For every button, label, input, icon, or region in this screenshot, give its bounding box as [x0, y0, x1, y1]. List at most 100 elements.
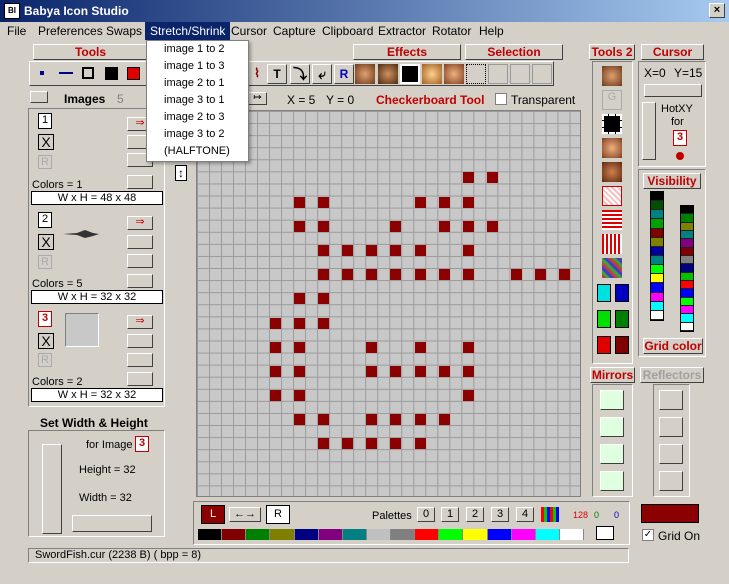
menu-item-2to1[interactable]: image 2 to 1 — [147, 75, 248, 92]
t2-face3-icon[interactable] — [602, 162, 622, 182]
text-tool-icon[interactable]: T — [267, 64, 287, 84]
visibility-swatch-10[interactable] — [651, 283, 663, 293]
select-rect-icon[interactable] — [466, 64, 486, 84]
effect-face2-icon[interactable] — [378, 64, 398, 84]
visibility-label[interactable]: Visibility — [643, 173, 701, 189]
menu-clipboard[interactable]: Clipboard — [322, 24, 373, 38]
visibility-swatch-3[interactable] — [681, 230, 693, 240]
image1-r-icon[interactable]: R — [38, 155, 52, 169]
t2-dots-icon[interactable] — [602, 186, 622, 206]
cursor-image-number[interactable]: 3 — [673, 130, 687, 146]
fill-rect-tool-icon[interactable] — [101, 63, 121, 83]
effect-face4-icon[interactable] — [444, 64, 464, 84]
mirror-left-icon[interactable] — [600, 417, 624, 437]
t2-face2-icon[interactable] — [602, 138, 622, 158]
visibility-swatch-10[interactable] — [681, 289, 693, 298]
visibility-swatch-12[interactable] — [651, 301, 663, 311]
palette-swatch-4[interactable] — [294, 529, 319, 540]
images-toggle-button[interactable] — [30, 91, 48, 103]
color-palette[interactable] — [198, 529, 584, 540]
image2-undo-button[interactable] — [127, 235, 153, 249]
eraser-icon[interactable] — [596, 526, 614, 540]
visibility-swatch-7[interactable] — [681, 264, 693, 273]
t2-dkgreen-swatch[interactable] — [615, 310, 629, 328]
palette-swatch-0[interactable] — [198, 529, 223, 540]
image3-r-icon[interactable]: R — [38, 353, 52, 367]
palette-swatch-11[interactable] — [463, 529, 488, 540]
image2-number[interactable]: 2 — [38, 212, 52, 228]
palette-swatch-6[interactable] — [342, 529, 367, 540]
visibility-swatch-1[interactable] — [651, 201, 663, 211]
palette-swatch-8[interactable] — [391, 529, 416, 540]
palette-swatch-13[interactable] — [511, 529, 536, 540]
palette-1-button[interactable]: 1 — [441, 507, 459, 522]
swap-colors-button[interactable]: ←→ — [229, 507, 261, 522]
visibility-swatch-6[interactable] — [681, 255, 693, 265]
visibility-swatch-13[interactable] — [681, 314, 693, 323]
select-copy-icon[interactable] — [488, 64, 508, 84]
mirror-up-icon[interactable] — [600, 471, 624, 491]
t2-cyan-swatch[interactable] — [597, 284, 611, 302]
palette-swatch-12[interactable] — [487, 529, 512, 540]
image3-redo-button[interactable] — [127, 353, 153, 367]
visibility-swatch-11[interactable] — [651, 292, 663, 302]
t2-g-icon[interactable]: G — [602, 90, 622, 110]
visibility-strip-b[interactable] — [680, 205, 694, 332]
palette-4-button[interactable]: 4 — [516, 507, 534, 522]
visibility-swatch-13[interactable] — [651, 310, 663, 320]
reflector4-icon[interactable] — [659, 471, 683, 491]
select-cut-icon[interactable] — [510, 64, 530, 84]
rect-tool-icon[interactable] — [78, 63, 98, 83]
image3-send-button[interactable]: ⇒ — [127, 315, 153, 329]
color-fill-tool-icon[interactable] — [123, 63, 143, 83]
image2-x-icon[interactable]: X — [38, 234, 54, 250]
t2-noise-icon[interactable] — [602, 258, 622, 278]
image3-x-icon[interactable]: X — [38, 333, 54, 349]
image3-flag-button[interactable] — [127, 372, 153, 386]
effect-face3-icon[interactable] — [422, 64, 442, 84]
image3-number[interactable]: 3 — [38, 311, 52, 327]
menu-rotator[interactable]: Rotator — [432, 24, 471, 38]
palette-swatch-9[interactable] — [415, 529, 440, 540]
transparent-checkbox[interactable] — [495, 93, 507, 105]
visibility-swatch-1[interactable] — [681, 214, 693, 223]
visibility-swatch-2[interactable] — [651, 210, 663, 220]
t2-dkred-swatch[interactable] — [615, 336, 629, 354]
menu-extractor[interactable]: Extractor — [378, 24, 426, 38]
visibility-swatch-4[interactable] — [651, 228, 663, 238]
palette-custom-icon[interactable] — [541, 507, 559, 522]
image1-x-icon[interactable]: X — [38, 134, 54, 150]
dot-tool-icon[interactable] — [32, 63, 52, 83]
t2-blue-swatch[interactable] — [615, 284, 629, 302]
width-slider[interactable] — [72, 515, 152, 532]
visibility-swatch-9[interactable] — [681, 280, 693, 290]
visibility-swatch-4[interactable] — [681, 239, 693, 248]
palette-swatch-3[interactable] — [270, 529, 295, 540]
menu-item-3to1[interactable]: image 3 to 1 — [147, 92, 248, 109]
visibility-swatch-11[interactable] — [681, 297, 693, 306]
cursor-y-slider[interactable] — [642, 102, 656, 160]
image2-r-icon[interactable]: R — [38, 255, 52, 269]
visibility-swatch-7[interactable] — [651, 255, 663, 266]
cursor-x-slider[interactable] — [644, 84, 702, 97]
palette-swatch-1[interactable] — [222, 529, 247, 540]
mirror-right-icon[interactable] — [600, 390, 624, 410]
menu-item-2to3[interactable]: image 2 to 3 — [147, 109, 248, 126]
hflip-button[interactable]: ↦ — [248, 92, 267, 105]
menu-item-halftone[interactable]: (HALFTONE) — [147, 143, 248, 160]
visibility-swatch-8[interactable] — [651, 265, 663, 275]
visibility-swatch-9[interactable] — [651, 274, 663, 284]
arrow-down-right-icon[interactable]: ⤵ — [290, 64, 310, 84]
line-tool-icon[interactable] — [56, 63, 76, 83]
height-slider[interactable] — [42, 444, 62, 534]
menu-item-3to2[interactable]: image 3 to 2 — [147, 126, 248, 143]
mirror-down-icon[interactable] — [600, 444, 624, 464]
reflector1-icon[interactable] — [659, 390, 683, 410]
visibility-swatch-5[interactable] — [681, 247, 693, 256]
image2-flag-button[interactable] — [127, 274, 153, 288]
arrow-down-left-icon[interactable]: ⤶ — [312, 64, 332, 84]
image1-flag-button[interactable] — [127, 175, 153, 189]
palette-swatch-7[interactable] — [366, 529, 391, 540]
reflector2-icon[interactable] — [659, 417, 683, 437]
grid-color-swatch[interactable] — [641, 504, 699, 523]
